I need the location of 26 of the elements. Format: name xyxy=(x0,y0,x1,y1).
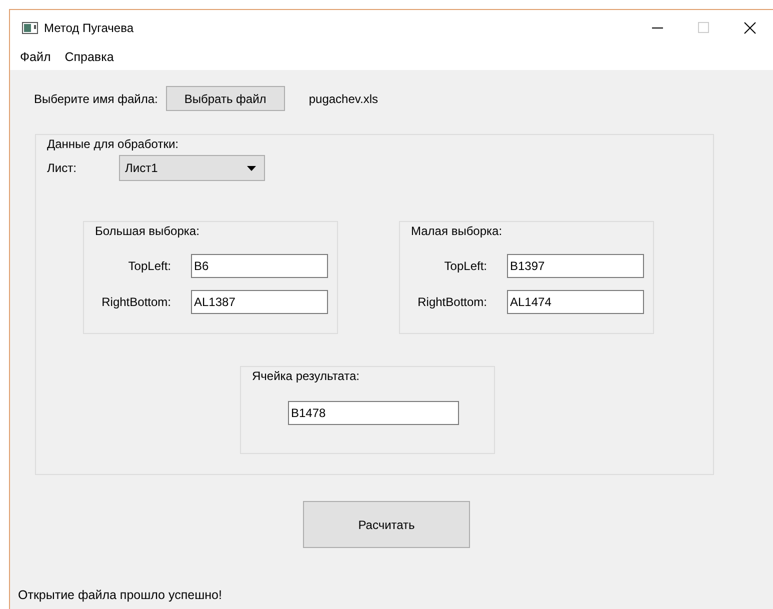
field-label: TopLeft: xyxy=(443,258,487,275)
calculate-button[interactable]: Расчитать xyxy=(303,501,470,548)
field-label: RightBottom: xyxy=(100,294,171,311)
file-label: Выберите имя файла: xyxy=(34,90,158,108)
choose-file-button[interactable]: Выбрать файл xyxy=(166,86,285,111)
status-text: Открытие файла прошло успешно! xyxy=(18,588,223,602)
file-name: pugachev.xls xyxy=(308,90,378,108)
field-label: RightBottom: xyxy=(416,294,487,311)
menu-item[interactable]: Справка xyxy=(64,48,114,67)
input-field[interactable]: B1478 xyxy=(288,401,459,425)
input-field[interactable]: AL1474 xyxy=(507,290,644,314)
sheet-dropdown[interactable]: Лист1 xyxy=(119,155,265,181)
app-icon xyxy=(22,22,38,34)
field-label: TopLeft: xyxy=(127,258,171,275)
close-icon xyxy=(744,22,756,34)
group-title: Данные для обработки: xyxy=(45,137,180,151)
window-title: Метод Пугачева xyxy=(44,20,134,36)
input-field[interactable]: B6 xyxy=(191,254,328,278)
menu-item[interactable]: Файл xyxy=(20,48,51,67)
group-title: Большая выборка: xyxy=(93,224,202,238)
input-field[interactable]: B1397 xyxy=(507,254,644,278)
input-field[interactable]: AL1387 xyxy=(191,290,328,314)
caret-icon xyxy=(247,166,256,170)
sheet-label: Лист: xyxy=(47,160,78,177)
group-title: Ячейка результата: xyxy=(250,369,362,383)
maximize-icon xyxy=(698,22,710,34)
